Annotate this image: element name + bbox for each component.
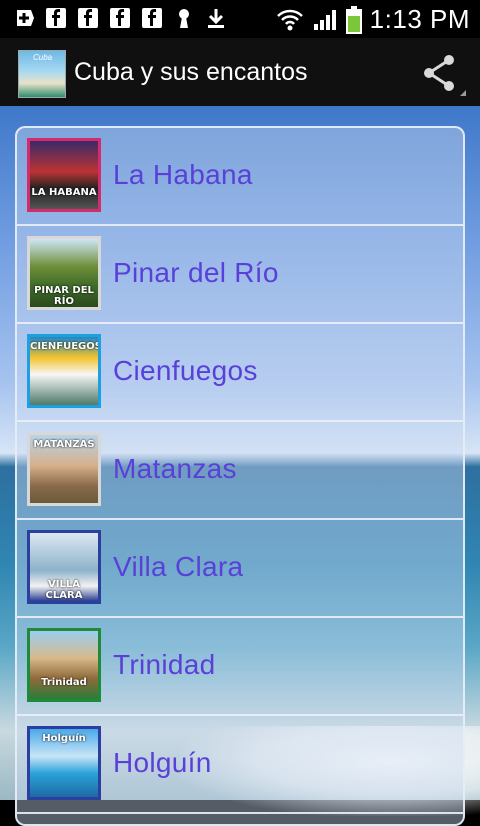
app-icon-label: Cuba — [33, 53, 53, 62]
thumbnail-caption: Trinidad — [41, 677, 87, 688]
keyhole-icon — [179, 9, 189, 28]
city-thumbnail: Trinidad — [27, 628, 101, 702]
app-title: Cuba y sus encantos — [74, 58, 308, 86]
wifi-icon — [276, 9, 303, 30]
fb-icon — [78, 8, 98, 28]
city-thumbnail: MATANZAS — [27, 432, 101, 506]
system-status: 1:13 PM — [276, 4, 470, 35]
notification-icons — [14, 8, 226, 28]
city-thumbnail: LA HABANA — [27, 138, 101, 212]
thumbnail-caption: VILLA CLARA — [45, 579, 83, 601]
share-button[interactable] — [418, 52, 466, 96]
signal-icon — [313, 9, 336, 30]
fb-icon — [142, 8, 162, 28]
city-thumbnail: CIENFUEGOS — [27, 334, 101, 408]
city-thumbnail: PINAR DEL RÍO — [27, 236, 101, 310]
city-list-item[interactable]: PINAR DEL RÍO Pinar del Río — [17, 226, 463, 324]
city-thumbnail: Holguín — [27, 726, 101, 800]
fb-icon — [110, 8, 130, 28]
city-list[interactable]: LA HABANA La Habana PINAR DEL RÍO Pinar del… — [15, 126, 465, 826]
share-icon — [424, 55, 466, 96]
city-name: Holguín — [113, 747, 212, 778]
clock: 1:13 PM — [369, 4, 470, 34]
city-thumbnail: VILLA CLARA — [27, 530, 101, 604]
city-name: Matanzas — [113, 453, 237, 484]
action-bar: Cuba Cuba y sus encantos — [0, 38, 480, 106]
city-list-item[interactable]: MATANZAS Matanzas — [17, 422, 463, 520]
thumbnail-caption: LA HABANA — [31, 187, 97, 198]
city-name: La Habana — [113, 159, 253, 190]
city-list-item[interactable]: Trinidad Trinidad — [17, 618, 463, 716]
city-list-item[interactable]: VILLA CLARA Villa Clara — [17, 520, 463, 618]
battery-icon — [345, 5, 362, 34]
thumbnail-caption: PINAR DEL RÍO — [34, 285, 94, 307]
city-name: Pinar del Río — [113, 257, 279, 288]
status-bar: 1:13 PM — [0, 0, 480, 38]
fb-icon — [46, 8, 66, 28]
city-name: Cienfuegos — [113, 355, 258, 386]
city-name: Villa Clara — [113, 551, 244, 582]
download-icon — [208, 9, 224, 28]
city-list-item[interactable]: Holguín Holguín — [17, 716, 463, 814]
thumbnail-caption: MATANZAS — [33, 439, 95, 450]
thumbnail-caption: Holguín — [42, 733, 86, 744]
city-name: Trinidad — [113, 649, 216, 680]
city-list-item[interactable]: CIENFUEGOS Cienfuegos — [17, 324, 463, 422]
thumbnail-caption: CIENFUEGOS — [30, 341, 101, 352]
app-icon[interactable]: Cuba — [18, 50, 66, 98]
add-icon — [17, 10, 34, 26]
city-list-item[interactable]: LA HABANA La Habana — [17, 128, 463, 226]
